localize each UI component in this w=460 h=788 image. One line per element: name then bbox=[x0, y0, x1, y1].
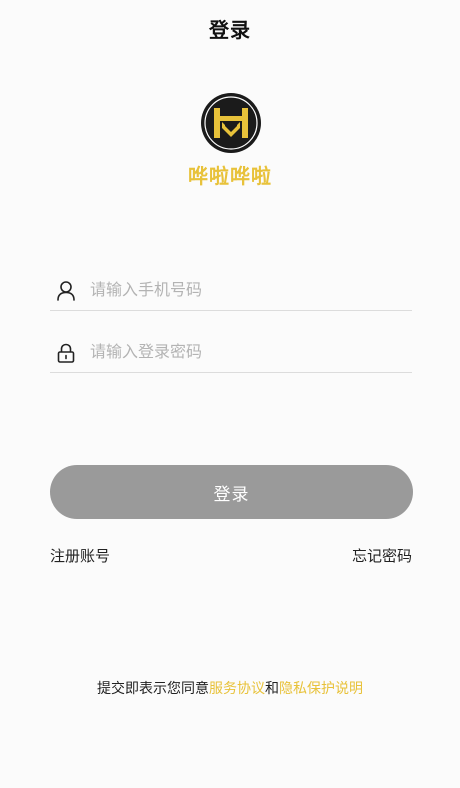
register-link[interactable]: 注册账号 bbox=[50, 545, 110, 566]
password-field[interactable] bbox=[50, 332, 412, 373]
page-title: 登录 bbox=[209, 18, 251, 42]
service-agreement-link[interactable]: 服务协议 bbox=[209, 681, 265, 697]
login-button[interactable]: 登录 bbox=[50, 465, 413, 519]
brand-name: 哗啦哗啦 bbox=[188, 164, 272, 188]
privacy-policy-link[interactable]: 隐私保护说明 bbox=[279, 681, 363, 697]
user-icon bbox=[56, 280, 76, 302]
agreement-conjunction: 和 bbox=[265, 681, 279, 697]
lock-icon bbox=[56, 342, 76, 364]
password-input[interactable] bbox=[90, 336, 400, 366]
phone-input[interactable] bbox=[90, 274, 400, 304]
phone-field[interactable] bbox=[50, 270, 412, 311]
agreement-prefix: 提交即表示您同意 bbox=[97, 681, 209, 697]
forgot-password-link[interactable]: 忘记密码 bbox=[352, 545, 412, 566]
brand-logo-icon bbox=[200, 92, 262, 154]
agreement-notice: 提交即表示您同意服务协议和隐私保护说明 bbox=[0, 678, 460, 698]
login-screen: 登录 哗啦哗啦 请输入手机号码 登录 注册账号 忘记密码 提交即表示您同意服务协… bbox=[0, 0, 460, 788]
